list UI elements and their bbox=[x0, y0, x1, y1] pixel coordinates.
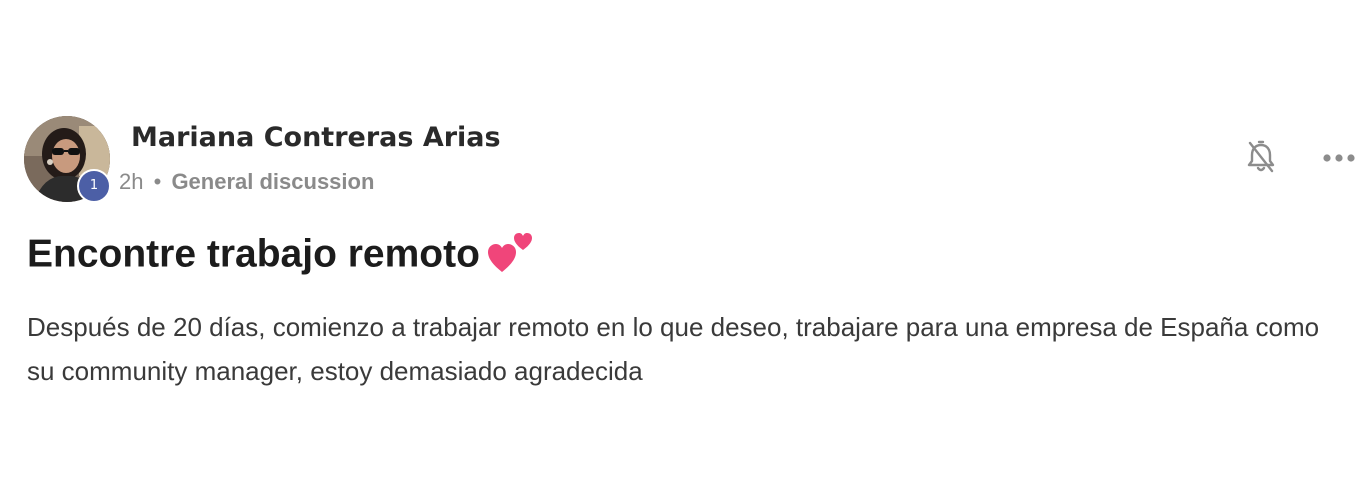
post-time: 2h bbox=[119, 169, 144, 194]
more-horizontal-icon bbox=[1323, 154, 1355, 162]
more-options-button[interactable] bbox=[1317, 136, 1361, 180]
post-title-text: Encontre trabajo remoto bbox=[27, 232, 480, 276]
bell-off-icon bbox=[1247, 140, 1275, 173]
post-title[interactable]: Encontre trabajo remoto bbox=[27, 228, 534, 284]
post-meta: 2h • General discussion bbox=[119, 169, 374, 195]
notifications-off-button[interactable] bbox=[1239, 136, 1283, 180]
post-body: Después de 20 días, comienzo a trabajar … bbox=[27, 312, 1320, 386]
level-badge: 1 bbox=[77, 169, 111, 203]
post-header: 1 Mariana Contreras Arias 2h • General d… bbox=[24, 116, 1355, 206]
meta-separator: • bbox=[153, 169, 162, 194]
author-name[interactable]: Mariana Contreras Arias bbox=[131, 122, 501, 153]
post-category[interactable]: General discussion bbox=[171, 169, 374, 194]
two-hearts-emoji bbox=[487, 228, 534, 284]
